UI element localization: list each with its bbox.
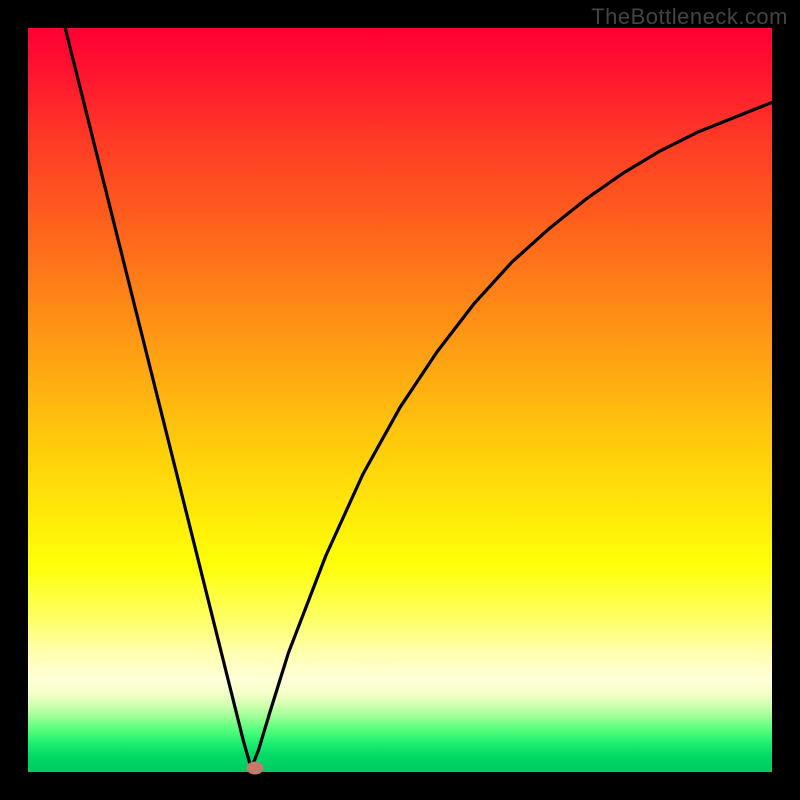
curve-svg bbox=[28, 28, 772, 772]
minimum-marker-icon bbox=[246, 762, 263, 775]
bottleneck-curve bbox=[28, 0, 772, 768]
watermark-text: TheBottleneck.com bbox=[591, 4, 788, 30]
plot-frame bbox=[28, 28, 772, 772]
